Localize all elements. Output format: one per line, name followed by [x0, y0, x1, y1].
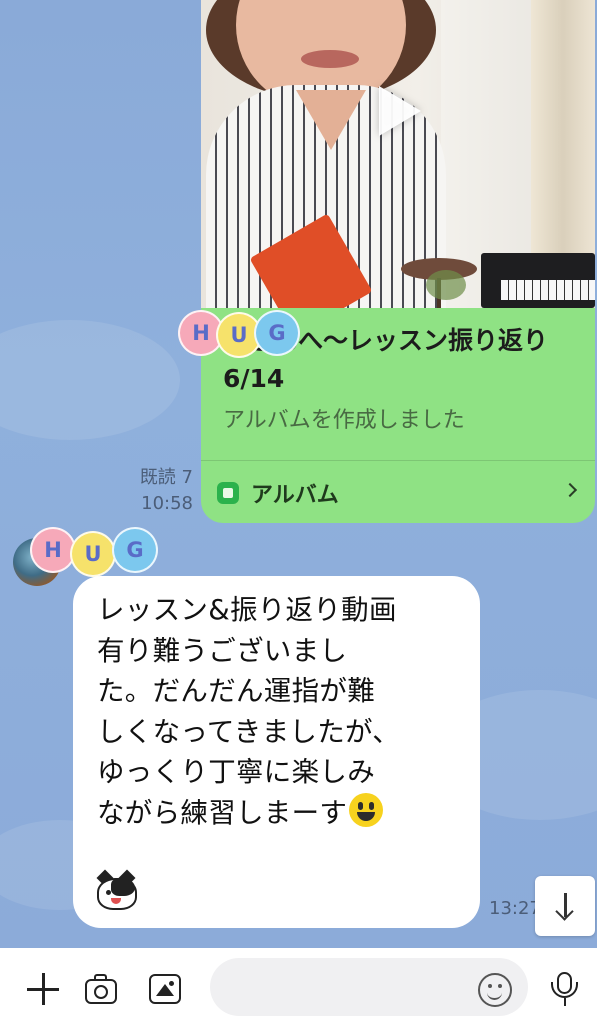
camera-icon-lens: [94, 985, 108, 999]
chat-background: 様さんへ〜レッスン振り返り6/14 アルバムを作成しました アルバム H U G…: [0, 0, 597, 948]
hug-heart-u: U: [70, 531, 116, 577]
scroll-to-bottom-button[interactable]: [535, 876, 595, 936]
cat-eye: [106, 890, 111, 895]
hug-heart-h: H: [30, 527, 76, 573]
read-count: 既読 7: [139, 467, 193, 488]
message-text: レッスン&振り返り動画 有り難うございまし た。だんだん運指が難 しくなってきま…: [97, 590, 467, 833]
plus-icon[interactable]: [26, 972, 60, 1006]
background-cloud: [0, 320, 180, 440]
microphone-icon-cup: [551, 982, 578, 998]
hug-heart-g: G: [112, 527, 158, 573]
microphone-icon[interactable]: [548, 972, 582, 1006]
album-video-thumbnail[interactable]: [201, 0, 595, 308]
message-body: レッスン&振り返り動画 有り難うございまし た。だんだん運指が難 しくなってきま…: [97, 594, 401, 829]
chevron-right-icon: [562, 482, 578, 498]
plus-icon-v: [42, 973, 45, 1005]
read-receipt: 既読 7 10:58: [110, 465, 193, 517]
incoming-time: 13:27: [489, 898, 541, 919]
thumbnail-piano-keys: [501, 280, 595, 300]
album-open-link[interactable]: アルバム: [201, 461, 595, 523]
microphone-icon-stem: [563, 998, 566, 1006]
sent-time: 10:58: [141, 493, 193, 514]
message-input-bar: [0, 948, 597, 1024]
smiling-face-emoji-icon: [349, 792, 384, 827]
thumbnail-lips: [301, 50, 359, 68]
incoming-message-bubble[interactable]: レッスン&振り返り動画 有り難うございまし た。だんだん運指が難 しくなってきま…: [73, 576, 480, 928]
thumbnail-plant: [426, 270, 466, 300]
hug-heart-g: G: [254, 310, 300, 356]
image-icon[interactable]: [148, 972, 182, 1006]
play-icon[interactable]: [379, 86, 421, 136]
album-footer-label: アルバム: [251, 483, 339, 508]
album-message-card[interactable]: 様さんへ〜レッスン振り返り6/14 アルバムを作成しました アルバム: [201, 0, 595, 523]
emoji-picker-icon[interactable]: [478, 973, 512, 1007]
cat-emoji-icon: [96, 869, 137, 910]
image-icon-sun: [169, 981, 174, 986]
album-subtitle: アルバムを作成しました: [223, 408, 465, 433]
cat-patch: [111, 878, 135, 896]
album-icon: [217, 482, 239, 504]
arrow-down-icon-head: [555, 902, 574, 921]
camera-icon[interactable]: [84, 972, 118, 1006]
